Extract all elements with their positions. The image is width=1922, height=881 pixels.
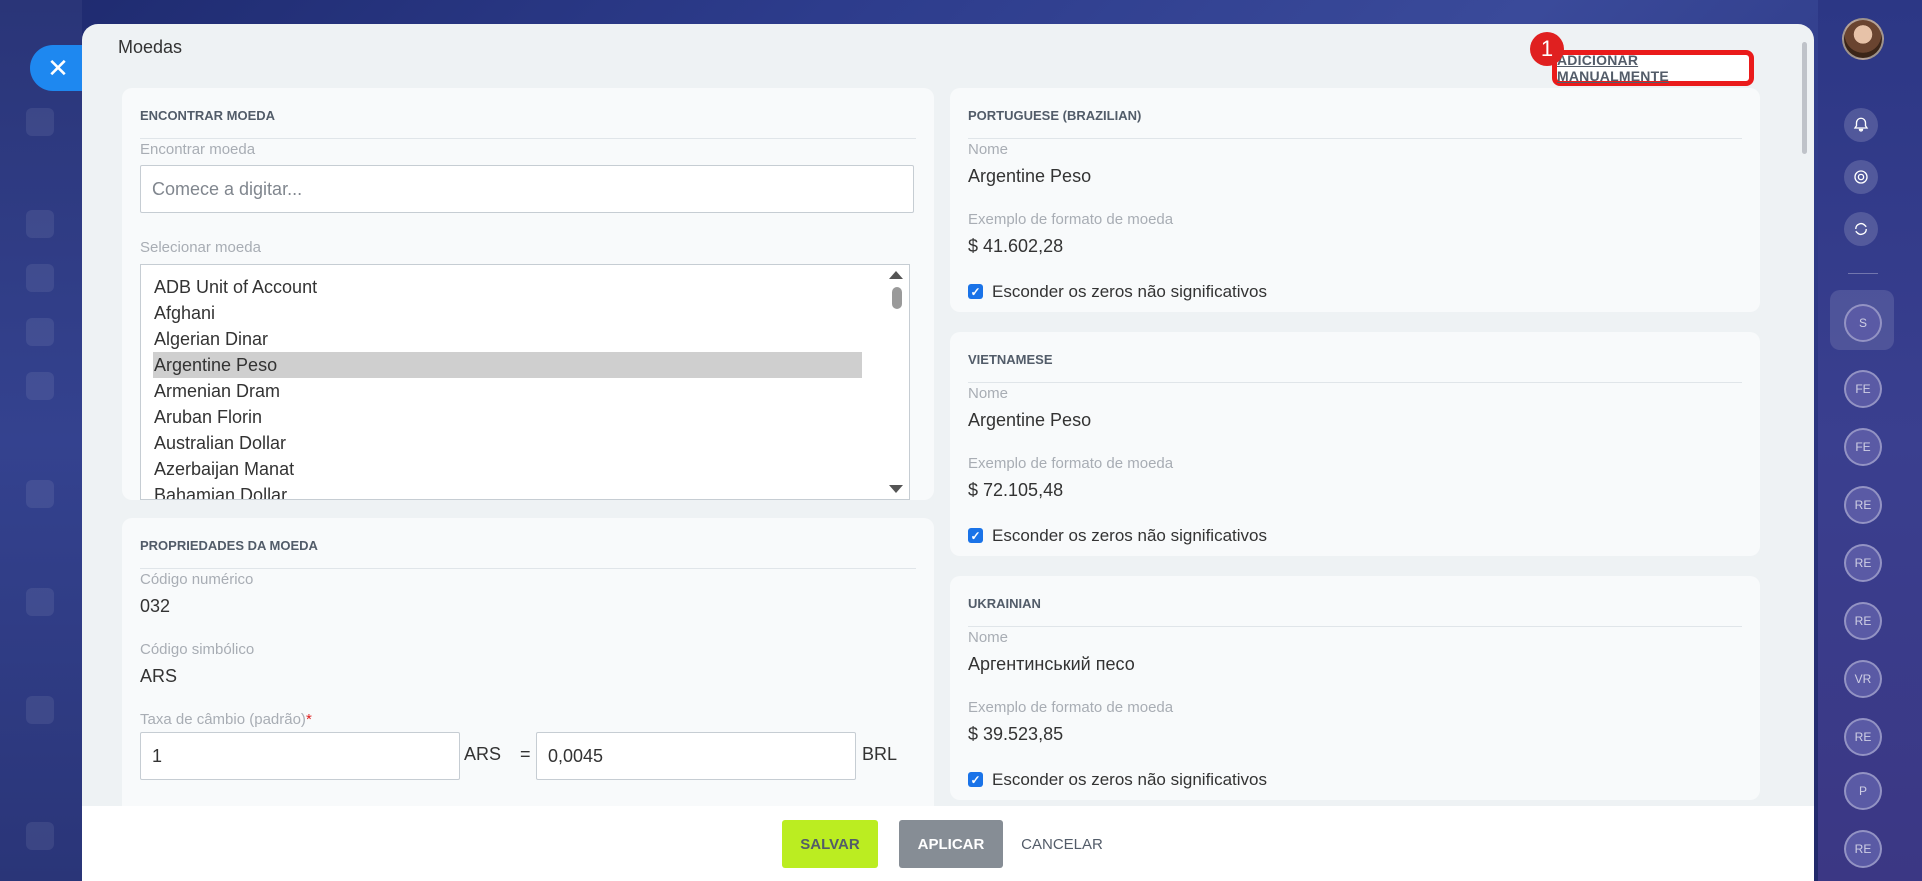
rail-chat-avatar[interactable]: P bbox=[1844, 772, 1882, 810]
symbolic-code-label: Código simbólico bbox=[140, 641, 255, 658]
format-label: Exemplo de formato de moeda bbox=[968, 699, 1174, 716]
currency-properties-card: PROPRIEDADES DA MOEDA Código numérico 03… bbox=[122, 518, 934, 818]
list-item[interactable]: Afghani bbox=[153, 300, 862, 326]
rate-right-unit: BRL bbox=[862, 744, 898, 764]
divider bbox=[140, 568, 916, 569]
language-card-vietnamese: VIETNAMESE Nome Argentine Peso Exemplo d… bbox=[950, 332, 1760, 556]
sidebar-ghost-icon bbox=[26, 372, 54, 400]
list-item[interactable]: Armenian Dram bbox=[153, 378, 862, 404]
numeric-code-label: Código numérico bbox=[140, 571, 254, 588]
footer-bar: SALVAR APLICAR CANCELAR bbox=[82, 806, 1814, 881]
step-badge: 1 bbox=[1530, 32, 1564, 66]
rail-chat-avatar[interactable]: RE bbox=[1844, 486, 1882, 524]
rail-chat-avatar[interactable]: FE bbox=[1844, 428, 1882, 466]
sidebar-ghost-icon bbox=[26, 696, 54, 724]
rail-chat-avatar[interactable]: RE bbox=[1844, 830, 1882, 868]
panel-scrollbar[interactable] bbox=[1802, 42, 1807, 154]
language-card-ukrainian: UKRAINIAN Nome Аргентинський песо Exempl… bbox=[950, 576, 1760, 800]
rail-chat-avatar[interactable]: VR bbox=[1844, 660, 1882, 698]
name-label: Nome bbox=[968, 629, 1009, 646]
name-value: Аргентинський песо bbox=[968, 654, 1135, 674]
rail-chat-avatar[interactable]: RE bbox=[1844, 544, 1882, 582]
symbolic-code-value: ARS bbox=[140, 666, 178, 686]
name-value: Argentine Peso bbox=[968, 410, 1092, 430]
sync-icon[interactable] bbox=[1844, 212, 1878, 246]
divider bbox=[968, 626, 1742, 627]
list-item[interactable]: Australian Dollar bbox=[153, 430, 862, 456]
properties-title: PROPRIEDADES DA MOEDA bbox=[140, 538, 318, 553]
find-currency-title: ENCONTRAR MOEDA bbox=[140, 108, 276, 123]
currency-search-input[interactable]: Comece a digitar... bbox=[140, 165, 914, 213]
rail-chat-avatar[interactable]: RE bbox=[1844, 718, 1882, 756]
numeric-code-value: 032 bbox=[140, 596, 171, 616]
scroll-up-arrow-icon[interactable] bbox=[889, 271, 903, 279]
required-marker: * bbox=[305, 711, 312, 728]
language-card-portuguese: PORTUGUESE (BRAZILIAN) Nome Argentine Pe… bbox=[950, 88, 1760, 312]
sidebar-ghost-icon bbox=[26, 318, 54, 346]
list-item[interactable]: Aruban Florin bbox=[153, 404, 862, 430]
language-title: PORTUGUESE (BRAZILIAN) bbox=[968, 108, 1142, 123]
rate-left-unit: ARS bbox=[464, 744, 502, 764]
name-value: Argentine Peso bbox=[968, 166, 1092, 186]
close-panel-button[interactable]: ✕ bbox=[30, 45, 82, 91]
divider bbox=[140, 138, 916, 139]
apply-button[interactable]: APLICAR bbox=[899, 820, 1003, 868]
rate-amount-input[interactable]: 1 bbox=[140, 732, 460, 780]
format-value: $ 39.523,85 bbox=[968, 724, 1064, 744]
divider bbox=[968, 382, 1742, 383]
format-label: Exemplo de formato de moeda bbox=[968, 455, 1174, 472]
hide-zeros-checkbox[interactable]: ✓ bbox=[968, 772, 983, 787]
sidebar-ghost-icon bbox=[26, 210, 54, 238]
language-title: VIETNAMESE bbox=[968, 352, 1053, 367]
cancel-button[interactable]: CANCELAR bbox=[1012, 820, 1112, 868]
sidebar-ghost-icon bbox=[26, 480, 54, 508]
rail-chat-avatar[interactable]: FE bbox=[1844, 370, 1882, 408]
hide-zeros-label[interactable]: Esconder os zeros não significativos bbox=[992, 770, 1267, 790]
language-title: UKRAINIAN bbox=[968, 596, 1041, 611]
rail-group-avatar[interactable]: S bbox=[1844, 304, 1882, 342]
right-rail: S FE FE RE RE RE VR RE P RE bbox=[1818, 0, 1922, 881]
list-item[interactable]: ADB Unit of Account bbox=[153, 274, 862, 300]
divider bbox=[968, 138, 1742, 139]
format-value: $ 72.105,48 bbox=[968, 480, 1064, 500]
rail-chat-avatar[interactable]: RE bbox=[1844, 602, 1882, 640]
name-label: Nome bbox=[968, 141, 1009, 158]
list-item[interactable]: Azerbaijan Manat bbox=[153, 456, 862, 482]
save-button[interactable]: SALVAR bbox=[782, 820, 878, 868]
notifications-bell-icon[interactable] bbox=[1844, 108, 1878, 142]
list-item[interactable]: Bahamian Dollar bbox=[153, 482, 862, 499]
name-label: Nome bbox=[968, 385, 1009, 402]
add-manually-link[interactable]: ADICIONAR MANUALMENTE bbox=[1552, 50, 1754, 86]
rail-divider bbox=[1848, 273, 1878, 274]
page-title: Moedas bbox=[118, 37, 183, 57]
search-label: Encontrar moeda bbox=[140, 141, 256, 158]
rate-value-input[interactable]: 0,0045 bbox=[536, 732, 856, 780]
format-label: Exemplo de formato de moeda bbox=[968, 211, 1174, 228]
currency-listbox[interactable]: ADB Unit of Account Afghani Algerian Din… bbox=[140, 264, 910, 500]
hide-zeros-label[interactable]: Esconder os zeros não significativos bbox=[992, 526, 1267, 546]
list-item-selected[interactable]: Argentine Peso bbox=[153, 352, 862, 378]
close-icon: ✕ bbox=[47, 52, 69, 83]
target-icon[interactable] bbox=[1844, 160, 1878, 194]
exchange-rate-label: Taxa de câmbio (padrão)* bbox=[140, 711, 312, 728]
list-item[interactable]: Algerian Dinar bbox=[153, 326, 862, 352]
exchange-rate-label-text: Taxa de câmbio (padrão) bbox=[140, 711, 306, 728]
left-sidebar-background bbox=[0, 0, 82, 881]
sidebar-ghost-icon bbox=[26, 108, 54, 136]
sidebar-ghost-icon bbox=[26, 264, 54, 292]
currency-panel: Moedas 1 ADICIONAR MANUALMENTE ENCONTRAR… bbox=[82, 24, 1814, 881]
scroll-down-arrow-icon[interactable] bbox=[889, 485, 903, 493]
hide-zeros-checkbox[interactable]: ✓ bbox=[968, 284, 983, 299]
equals-sign: = bbox=[520, 744, 531, 764]
hide-zeros-label[interactable]: Esconder os zeros não significativos bbox=[992, 282, 1267, 302]
hide-zeros-checkbox[interactable]: ✓ bbox=[968, 528, 983, 543]
format-value: $ 41.602,28 bbox=[968, 236, 1064, 256]
sidebar-ghost-icon bbox=[26, 588, 54, 616]
listbox-scroll-thumb[interactable] bbox=[892, 287, 902, 309]
select-currency-label: Selecionar moeda bbox=[140, 239, 261, 256]
find-currency-card: ENCONTRAR MOEDA Encontrar moeda Comece a… bbox=[122, 88, 934, 500]
sidebar-ghost-icon bbox=[26, 822, 54, 850]
user-avatar[interactable] bbox=[1842, 18, 1884, 60]
